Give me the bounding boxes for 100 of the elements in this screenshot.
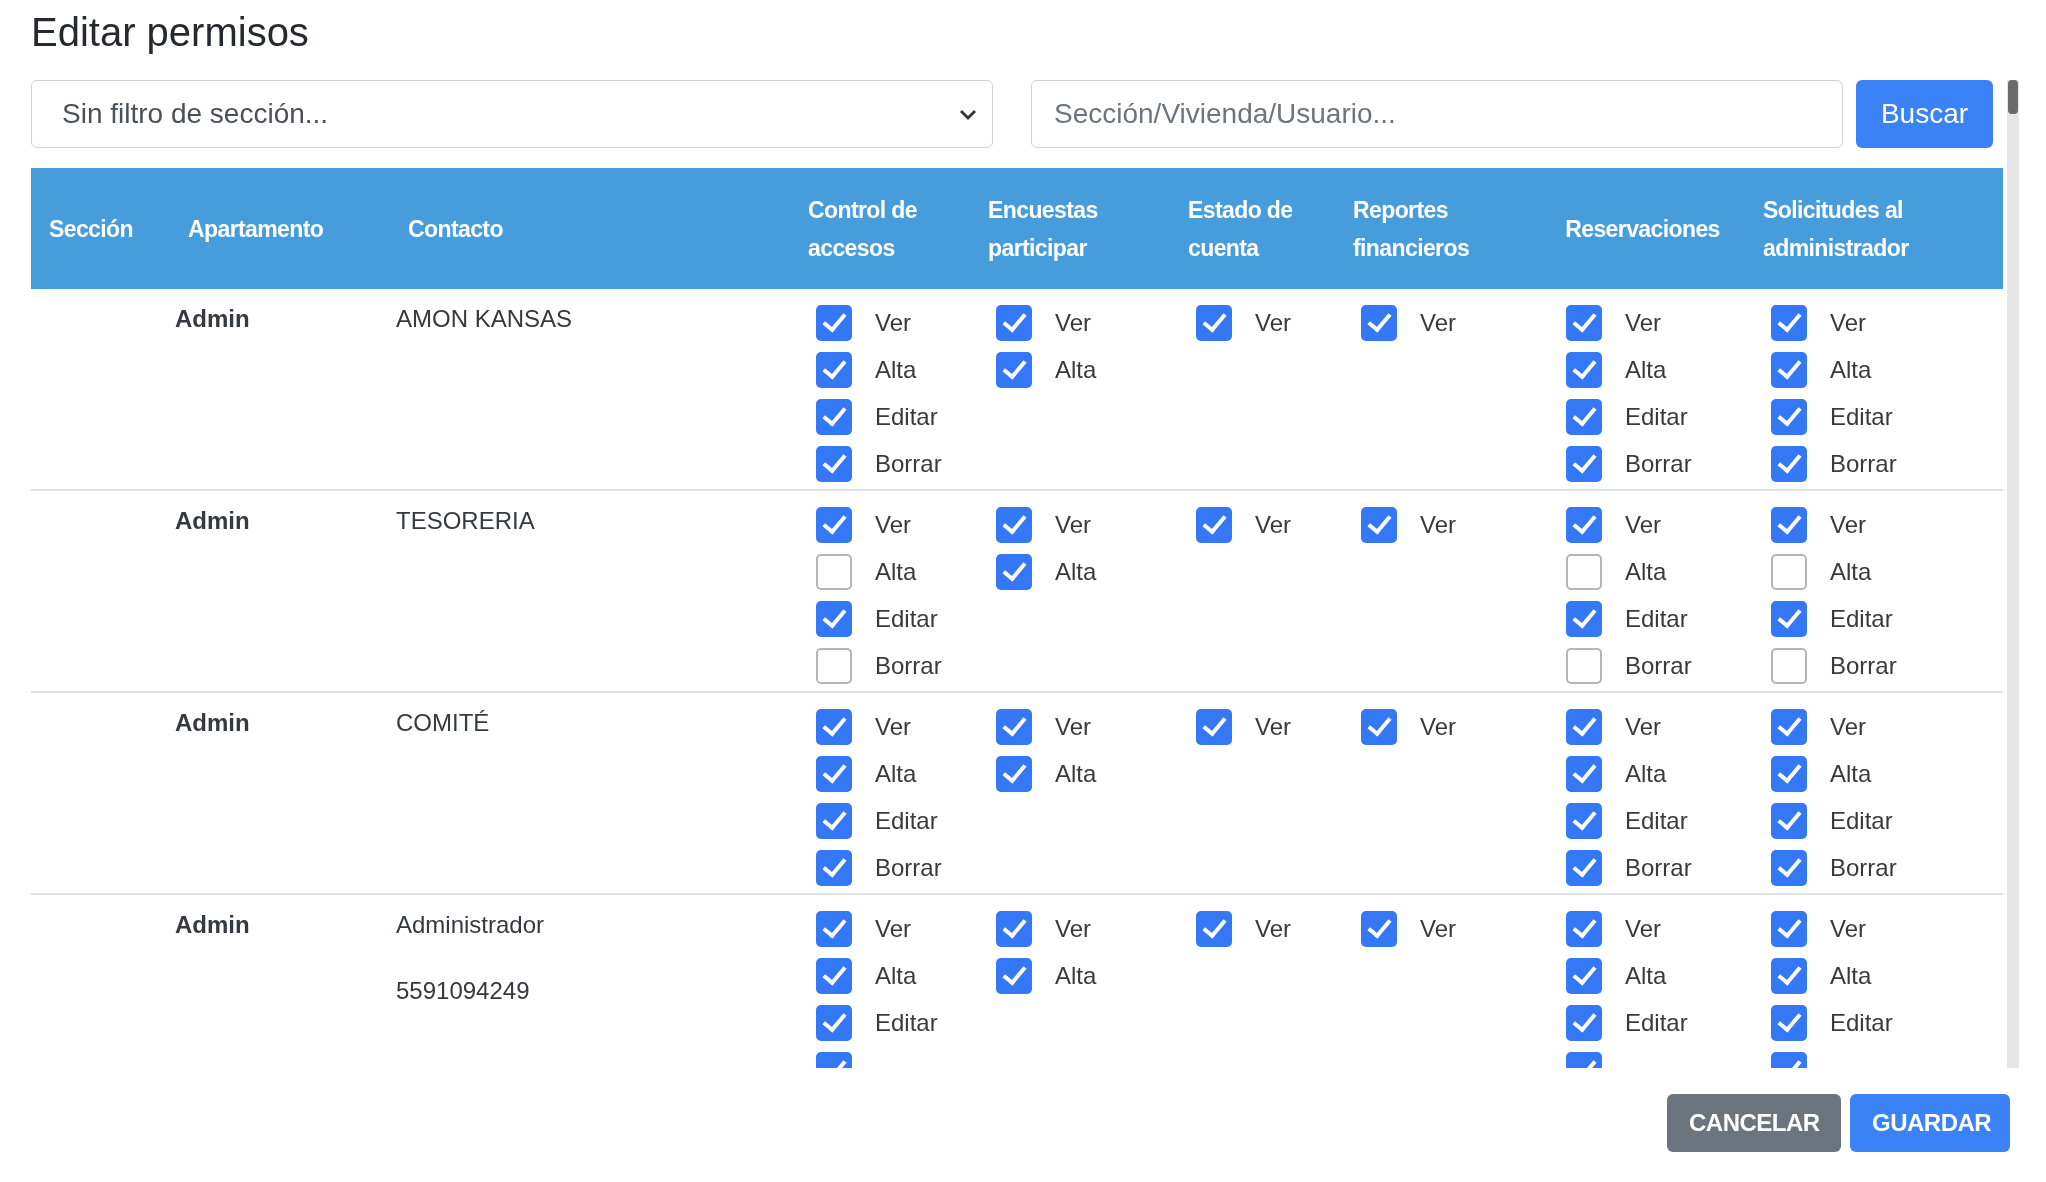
checkbox[interactable] xyxy=(1566,708,1602,745)
search-field[interactable]: Sección/Vivienda/Usuario... xyxy=(1031,80,1843,148)
checkbox-label: Alta xyxy=(875,557,917,586)
checkbox[interactable] xyxy=(816,445,852,482)
checkbox[interactable] xyxy=(1771,708,1807,745)
checkbox-label: Ver xyxy=(1830,914,1867,943)
checkbox[interactable] xyxy=(1771,647,1807,684)
save-button[interactable]: GUARDAR xyxy=(1850,1094,2010,1152)
checkbox-label: Ver xyxy=(1255,510,1292,539)
checkbox[interactable] xyxy=(816,755,852,792)
checkbox[interactable] xyxy=(1771,957,1807,994)
checkbox[interactable] xyxy=(816,647,852,684)
checkbox[interactable] xyxy=(1566,647,1602,684)
checkbox[interactable] xyxy=(1566,304,1602,341)
column-header: Reportes financieros xyxy=(1352,195,1471,263)
checkbox[interactable] xyxy=(816,910,852,947)
checkbox-label: Ver xyxy=(1055,712,1092,741)
checkbox[interactable] xyxy=(816,957,852,994)
checkbox[interactable] xyxy=(1771,304,1807,341)
checkbox[interactable] xyxy=(1771,849,1807,886)
checkbox-label: Borrar xyxy=(875,853,942,882)
checkbox-label: Borrar xyxy=(1625,449,1692,478)
column-header: Apartamento xyxy=(187,214,325,244)
checkbox[interactable] xyxy=(816,506,852,543)
cancel-button[interactable]: CANCELAR xyxy=(1667,1094,1841,1152)
checkbox-label: Editar xyxy=(875,604,938,633)
checkbox-label: Alta xyxy=(875,961,917,990)
checkbox[interactable] xyxy=(816,708,852,745)
checkbox[interactable] xyxy=(1196,708,1232,745)
checkbox[interactable] xyxy=(996,755,1032,792)
checkbox[interactable] xyxy=(1361,304,1397,341)
checkbox[interactable] xyxy=(1771,398,1807,435)
checkbox[interactable] xyxy=(1771,506,1807,543)
checkbox[interactable] xyxy=(816,351,852,388)
checkbox-label: Borrar xyxy=(1830,853,1897,882)
checkbox[interactable] xyxy=(1566,957,1602,994)
checkbox[interactable] xyxy=(1566,1004,1602,1041)
checkbox[interactable] xyxy=(1771,445,1807,482)
checkbox[interactable] xyxy=(816,1004,852,1041)
checkbox[interactable] xyxy=(996,304,1032,341)
checkbox[interactable] xyxy=(1771,351,1807,388)
checkbox[interactable] xyxy=(816,398,852,435)
checkbox-label: Alta xyxy=(875,759,917,788)
checkbox[interactable] xyxy=(996,506,1032,543)
checkbox[interactable] xyxy=(1361,708,1397,745)
checkbox[interactable] xyxy=(996,708,1032,745)
chevron-down-icon xyxy=(958,107,978,121)
scrollbar[interactable] xyxy=(2007,80,2019,1068)
checkbox-label: Ver xyxy=(1255,914,1292,943)
checkbox[interactable] xyxy=(996,910,1032,947)
contact-cell-text: Administrador xyxy=(396,910,545,940)
checkbox[interactable] xyxy=(816,600,852,637)
checkbox[interactable] xyxy=(1771,553,1807,590)
checkbox-label: Ver xyxy=(1420,308,1457,337)
checkbox[interactable] xyxy=(816,553,852,590)
checkbox[interactable] xyxy=(1771,1004,1807,1041)
checkbox[interactable] xyxy=(1566,755,1602,792)
checkbox[interactable] xyxy=(1566,506,1602,543)
checkbox[interactable] xyxy=(816,304,852,341)
checkbox[interactable] xyxy=(1196,910,1232,947)
checkbox[interactable] xyxy=(1566,398,1602,435)
checkbox-label: Editar xyxy=(1625,402,1688,431)
checkbox[interactable] xyxy=(1566,553,1602,590)
checkbox[interactable] xyxy=(1771,755,1807,792)
checkbox[interactable] xyxy=(1361,506,1397,543)
checkbox-label: Editar xyxy=(1625,1008,1688,1037)
checkbox-label: Alta xyxy=(1830,759,1872,788)
checkbox-label: Editar xyxy=(1830,402,1893,431)
checkbox[interactable] xyxy=(1566,802,1602,839)
checkbox-label: Alta xyxy=(875,355,917,384)
checkbox[interactable] xyxy=(996,957,1032,994)
checkbox[interactable] xyxy=(996,553,1032,590)
checkbox-label: Alta xyxy=(1830,557,1872,586)
checkbox-label: Editar xyxy=(1830,806,1893,835)
checkbox[interactable] xyxy=(1566,351,1602,388)
checkbox-label: Ver xyxy=(1420,914,1457,943)
checkbox[interactable] xyxy=(1771,600,1807,637)
checkbox[interactable] xyxy=(816,849,852,886)
checkbox[interactable] xyxy=(1566,849,1602,886)
checkbox[interactable] xyxy=(1196,506,1232,543)
checkbox[interactable] xyxy=(1771,910,1807,947)
checkbox-label: Alta xyxy=(1055,961,1097,990)
checkbox[interactable] xyxy=(1566,910,1602,947)
checkbox[interactable] xyxy=(1566,600,1602,637)
column-header: Control de accesos xyxy=(807,195,918,263)
checkbox[interactable] xyxy=(996,351,1032,388)
section-filter-dropdown[interactable]: Sin filtro de sección... xyxy=(31,80,993,148)
checkbox[interactable] xyxy=(816,802,852,839)
checkbox-label: Alta xyxy=(1055,355,1097,384)
checkbox-label: Alta xyxy=(1055,759,1097,788)
contact-cell-text: TESORERIA xyxy=(396,506,535,536)
checkbox[interactable] xyxy=(1361,910,1397,947)
checkbox[interactable] xyxy=(1566,445,1602,482)
checkbox-label: Borrar xyxy=(1830,651,1897,680)
column-header: Solicitudes al administrador xyxy=(1762,195,1910,263)
checkbox-label: Borrar xyxy=(1625,651,1692,680)
checkbox[interactable] xyxy=(1771,802,1807,839)
column-header: Sección xyxy=(48,214,134,244)
checkbox[interactable] xyxy=(1196,304,1232,341)
search-button[interactable]: Buscar xyxy=(1856,80,1993,148)
